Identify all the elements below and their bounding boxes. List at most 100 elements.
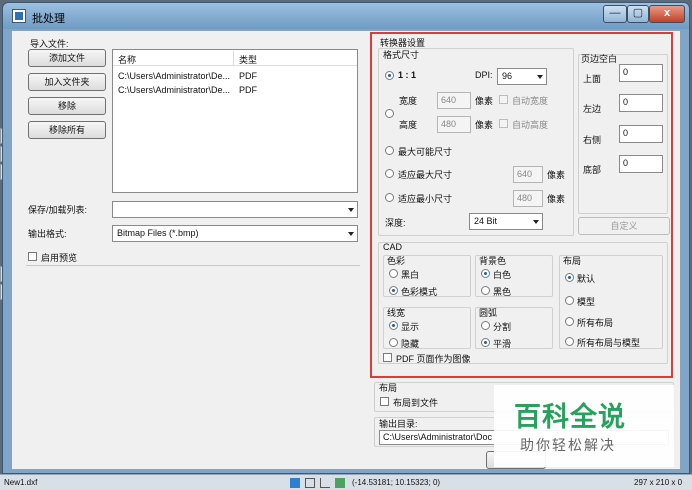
status-coordinates: (-14.53181; 10.15323; 0): [352, 478, 441, 487]
bottom-layout-title: 布局: [379, 383, 398, 393]
file-name-cell: C:\Users\Administrator\De...: [118, 85, 231, 95]
bg-black-label: 黑色: [493, 287, 512, 297]
custom-size-radio[interactable]: [385, 109, 394, 118]
arc-smooth-radio[interactable]: [481, 338, 490, 347]
height-field[interactable]: 480: [437, 116, 471, 133]
ratio-1-1-radio[interactable]: [385, 71, 394, 80]
bg-white-radio[interactable]: [481, 269, 490, 278]
max-possible-radio[interactable]: [385, 146, 394, 155]
margins-group: 页边空白 上面 0 左边 0 右侧 0 底部 0: [578, 54, 668, 214]
pdf-as-image-label: PDF 页面作为图像: [396, 354, 471, 364]
layout-all-model-label: 所有布局与模型: [577, 338, 641, 348]
layout-default-radio[interactable]: [565, 273, 574, 282]
column-type-header[interactable]: 类型: [239, 53, 257, 66]
app-icon: [12, 9, 26, 23]
layout-default-label: 默认: [577, 274, 596, 284]
margin-left-field[interactable]: 0: [619, 94, 663, 112]
arc-group: 圆弧 分割 平滑: [475, 307, 553, 349]
background-color-title: 背景色: [479, 256, 507, 266]
custom-button[interactable]: 自定义: [578, 217, 670, 235]
color-mode-radio[interactable]: [389, 286, 398, 295]
fit-max-radio[interactable]: [385, 169, 394, 178]
arc-title: 圆弧: [479, 308, 498, 318]
chevron-down-icon: [348, 232, 354, 236]
file-name-cell: C:\Users\Administrator\De...: [118, 71, 231, 81]
save-load-list-label: 保存/加载列表:: [28, 205, 88, 215]
minimize-button[interactable]: —: [603, 5, 627, 23]
depth-combo[interactable]: 24 Bit: [469, 213, 543, 230]
depth-value: 24 Bit: [474, 216, 498, 226]
margin-left-label: 左边: [583, 104, 602, 114]
output-format-value: Bitmap Files (*.bmp): [117, 228, 199, 238]
remove-all-button[interactable]: 移除所有: [28, 121, 106, 139]
status-bar: New1.dxf (-14.53181; 10.15323; 0) 297 x …: [0, 474, 692, 490]
color-bw-radio[interactable]: [389, 269, 398, 278]
fit-min-unit-label: 像素: [547, 194, 566, 204]
margin-top-label: 上面: [583, 74, 602, 84]
width-unit-label: 像素: [475, 96, 494, 106]
title-bar[interactable]: 批处理 — ▢ x: [3, 3, 689, 29]
auto-height-label: 自动高度: [512, 120, 549, 130]
file-type-cell: PDF: [239, 71, 257, 81]
margin-right-label: 右侧: [583, 135, 602, 145]
layout-all-model-radio[interactable]: [565, 337, 574, 346]
file-list[interactable]: 名称 类型 C:\Users\Administrator\De... PDF C…: [112, 49, 358, 193]
color-bw-label: 黑白: [401, 270, 420, 280]
lw-show-label: 显示: [401, 322, 420, 332]
margin-bottom-field[interactable]: 0: [619, 155, 663, 173]
background-color-group: 背景色 白色 黑色: [475, 255, 553, 297]
remove-button[interactable]: 移除: [28, 97, 106, 115]
color-mode-label: 色彩模式: [401, 287, 438, 297]
file-list-header: 名称 类型: [113, 50, 357, 66]
auto-height-checkbox[interactable]: [499, 119, 508, 128]
osnap-icon[interactable]: [335, 478, 345, 488]
add-folder-button[interactable]: 加入文件夹: [28, 73, 106, 91]
fit-min-field[interactable]: 480: [513, 190, 543, 207]
snap-icon[interactable]: [290, 478, 300, 488]
column-name-header[interactable]: 名称: [118, 53, 136, 66]
width-field[interactable]: 640: [437, 92, 471, 109]
column-divider[interactable]: [233, 51, 234, 65]
output-format-combo[interactable]: Bitmap Files (*.bmp): [112, 225, 358, 242]
lw-hide-radio[interactable]: [389, 338, 398, 347]
layout-all-radio[interactable]: [565, 317, 574, 326]
grid-icon[interactable]: [305, 478, 315, 488]
auto-width-label: 自动宽度: [512, 96, 549, 106]
save-load-list-combo[interactable]: [112, 201, 358, 218]
fit-max-label: 适应最大尺寸: [398, 170, 453, 180]
margin-top-field[interactable]: 0: [619, 64, 663, 82]
enable-preview-checkbox[interactable]: [28, 252, 37, 261]
color-group: 色彩 黑白 色彩模式: [383, 255, 471, 297]
pdf-as-image-checkbox[interactable]: [383, 353, 392, 362]
arc-split-radio[interactable]: [481, 321, 490, 330]
max-possible-label: 最大可能尺寸: [398, 147, 453, 157]
bg-black-radio[interactable]: [481, 286, 490, 295]
table-row[interactable]: C:\Users\Administrator\De... PDF: [113, 83, 357, 97]
margin-right-field[interactable]: 0: [619, 125, 663, 143]
margin-bottom-label: 底部: [583, 165, 602, 175]
line-width-title: 线宽: [387, 308, 406, 318]
color-title: 色彩: [387, 256, 406, 266]
fit-max-unit-label: 像素: [547, 170, 566, 180]
layout-to-file-label: 布局到文件: [393, 398, 439, 408]
cad-group: CAD 色彩 黑白 色彩模式 背景色 白色 黑色 布局 默认 模型 所有布局 所…: [378, 242, 668, 364]
layout-model-radio[interactable]: [565, 296, 574, 305]
maximize-button[interactable]: ▢: [627, 5, 649, 23]
lw-show-radio[interactable]: [389, 321, 398, 330]
auto-width-checkbox[interactable]: [499, 95, 508, 104]
fit-min-radio[interactable]: [385, 193, 394, 202]
ortho-icon[interactable]: [320, 478, 330, 488]
layout-to-file-checkbox[interactable]: [380, 397, 389, 406]
format-size-group: 格式尺寸 1 : 1 DPI: 96 宽度 640 像素 自动宽度 高度 480…: [378, 48, 574, 236]
status-drawing-size: 297 x 210 x 0: [634, 478, 683, 487]
watermark-title: 百科全说: [514, 402, 626, 432]
enable-preview-label: 启用预览: [41, 253, 78, 263]
close-button[interactable]: x: [649, 5, 685, 23]
table-row[interactable]: C:\Users\Administrator\De... PDF: [113, 69, 357, 83]
fit-max-field[interactable]: 640: [513, 166, 543, 183]
add-file-button[interactable]: 添加文件: [28, 49, 106, 67]
dpi-combo[interactable]: 96: [497, 68, 547, 85]
dpi-label: DPI:: [475, 70, 493, 80]
cad-title: CAD: [383, 242, 403, 252]
height-label: 高度: [399, 120, 418, 130]
